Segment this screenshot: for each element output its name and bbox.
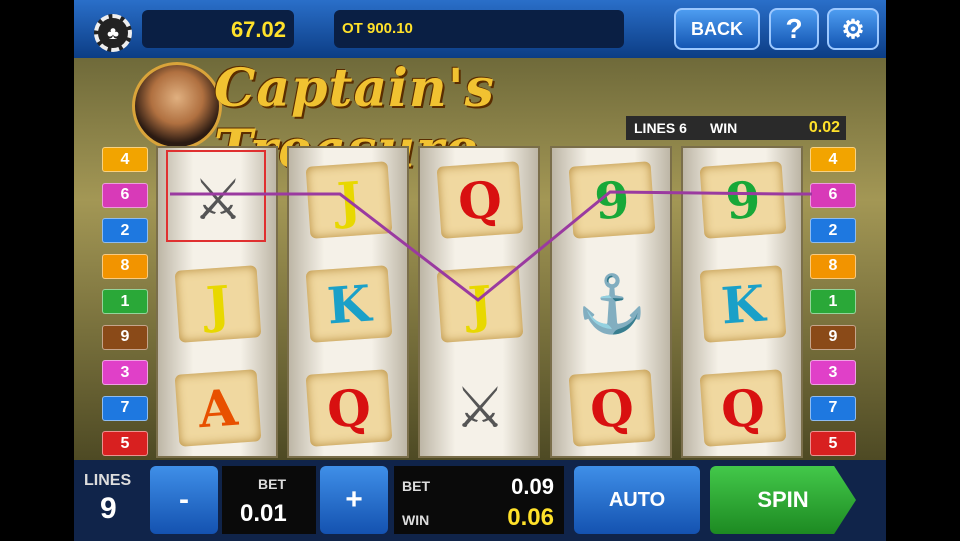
payline-indicator[interactable]: 1 (102, 289, 148, 314)
payline-indicator[interactable]: 7 (102, 395, 148, 421)
symbol-label: Q (699, 369, 787, 447)
auto-button[interactable]: AUTO (574, 466, 700, 534)
payline-indicator[interactable]: 6 (810, 182, 856, 208)
reel: JKQ (287, 146, 409, 458)
symbol-label: J (305, 161, 393, 239)
payline-indicator[interactable]: 3 (102, 360, 148, 385)
balance-value: 67.02 (230, 17, 286, 42)
total-win-label: WIN (402, 512, 430, 528)
payline-indicator[interactable]: 6 (102, 182, 148, 208)
top-bar: ♣ 67.02 OT 900.10 BACK ? ⚙ (74, 0, 886, 58)
symbol-label: A (174, 369, 262, 447)
card-symbol: K (299, 256, 399, 352)
balance-panel: 67.02 (142, 10, 294, 48)
bet-label: BET (258, 476, 286, 492)
increase-bet-button[interactable]: + (320, 466, 388, 534)
reel: 9 ⚓ Q (550, 146, 672, 458)
total-bet-value: 0.09 (511, 474, 554, 499)
total-bet-label: BET (402, 478, 430, 494)
card-symbol: Q (430, 152, 530, 248)
symbol-label: Q (568, 369, 656, 447)
card-symbol: 9 (693, 152, 793, 248)
lines-win-panel: LINES 6 WIN 0.02 (626, 116, 846, 140)
bet-value: 0.01 (240, 500, 287, 527)
win-value: 0.02 (808, 119, 840, 136)
jackpot-text: OT 900.10 (342, 20, 413, 37)
game-screen: ♣ 67.02 OT 900.10 BACK ? ⚙ Captain's Tre… (74, 0, 886, 541)
payline-indicator[interactable]: 4 (810, 147, 856, 172)
card-symbol: A (168, 360, 268, 456)
back-button[interactable]: BACK (674, 8, 760, 50)
payline-indicator[interactable]: 7 (810, 395, 856, 421)
payline-indicator[interactable]: 8 (102, 253, 148, 279)
symbol-label: 9 (568, 161, 656, 239)
winning-lines-label: LINES 6 (634, 120, 687, 136)
payline-indicator[interactable]: 5 (102, 431, 148, 456)
decrease-bet-button[interactable]: - (150, 466, 218, 534)
symbol-label: K (699, 265, 787, 343)
reel: 9 KQ (681, 146, 803, 458)
payline-indicator[interactable]: 8 (810, 253, 856, 279)
symbol-label: J (174, 265, 262, 343)
winning-symbol-frame (166, 150, 266, 242)
chip-icon: ♣ (94, 14, 132, 52)
payline-indicator[interactable]: 2 (102, 218, 148, 243)
gear-icon[interactable]: ⚙ (827, 8, 879, 50)
control-bar: LINES 9 - BET 0.01 + BET 0.09 WIN 0.06 A… (74, 460, 886, 541)
card-symbol: Q (562, 360, 662, 456)
card-symbol: J (168, 256, 268, 352)
jackpot-panel: OT 900.10 (334, 10, 624, 48)
payline-indicator[interactable]: 2 (810, 218, 856, 243)
card-symbol: K (693, 256, 793, 352)
payline-indicator[interactable]: 1 (810, 289, 856, 314)
symbol-label: K (305, 265, 393, 343)
payline-indicator[interactable]: 9 (102, 324, 148, 350)
payline-indicator[interactable]: 9 (810, 324, 856, 350)
reel: Q J ⚔ (418, 146, 540, 458)
payline-indicator[interactable]: 4 (102, 147, 148, 172)
total-panel: BET 0.09 WIN 0.06 (394, 466, 564, 534)
card-symbol: J (430, 256, 530, 352)
card-symbol: 9 (562, 152, 662, 248)
card-symbol: J (299, 152, 399, 248)
total-win-value: 0.06 (507, 504, 554, 531)
card-symbol: Q (299, 360, 399, 456)
symbol-label: J (436, 265, 524, 343)
payline-indicator[interactable]: 3 (810, 360, 856, 385)
lines-label: LINES (84, 472, 132, 489)
symbol-label: Q (436, 161, 524, 239)
anchor-icon: ⚓ (577, 272, 647, 335)
payline-indicator[interactable]: 5 (810, 431, 856, 456)
win-label: WIN (710, 120, 738, 136)
symbol-label: 9 (699, 161, 787, 239)
spin-button[interactable]: SPIN (710, 466, 856, 534)
pirate-logo (132, 62, 222, 150)
crossed-swords-icon: ⚔ (454, 376, 506, 439)
symbol-label: Q (305, 369, 393, 447)
card-symbol: Q (693, 360, 793, 456)
help-button[interactable]: ? (769, 8, 819, 50)
bet-panel: BET 0.01 (222, 466, 316, 534)
lines-value: 9 (100, 492, 117, 525)
